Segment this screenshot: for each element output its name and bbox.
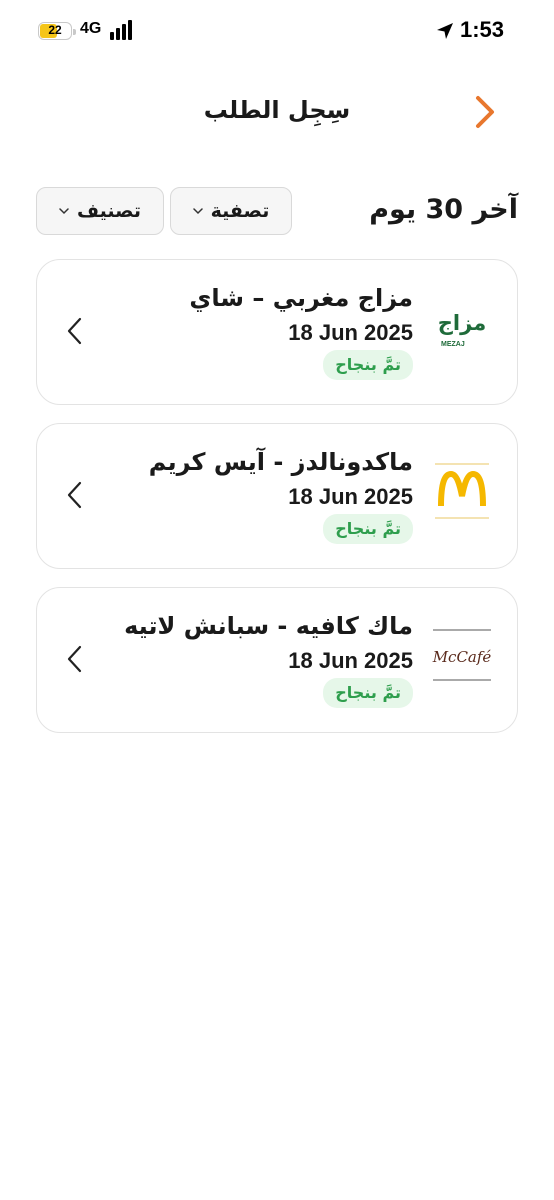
back-button[interactable]: [466, 92, 502, 132]
battery-icon: 22: [38, 22, 76, 40]
chevron-left-icon: [67, 481, 82, 509]
mezaj-logo: مزاج MEZAJ: [429, 294, 495, 360]
mezaj-logo-subtext: MEZAJ: [441, 341, 465, 348]
mcdonalds-logo: [429, 458, 495, 524]
status-badge: تمَّ بنجاح: [323, 350, 413, 380]
battery-cap: [73, 29, 76, 35]
sort-label: تصنيف: [77, 200, 141, 222]
order-name: ماك كافيه - سبانش لاتيه: [124, 612, 413, 640]
order-date: 18 Jun 2025: [288, 320, 413, 345]
chevron-right-icon: [476, 96, 494, 128]
order-card[interactable]: McCafé ماك كافيه - سبانش لاتيه 18 Jun 20…: [36, 587, 518, 733]
signal-icon: [110, 20, 136, 40]
battery-percentage: 22: [48, 23, 62, 37]
location-arrow-icon: [437, 23, 453, 39]
chevron-left-icon: [67, 317, 82, 345]
order-date: 18 Jun 2025: [288, 484, 413, 509]
sort-dropdown[interactable]: تصنيف: [36, 187, 164, 235]
order-card[interactable]: ماكدونالدز - آيس كريم 18 Jun 2025 تمَّ ب…: [36, 423, 518, 569]
chevron-down-icon: [59, 208, 69, 215]
header: سِجِل الطلب: [0, 86, 554, 138]
chevron-left-icon: [67, 645, 82, 673]
order-name: مزاج مغربي – شاي: [189, 284, 413, 312]
status-bar: 22 4G 1:53: [0, 0, 554, 64]
network-type: 4G: [80, 20, 102, 37]
order-card[interactable]: مزاج MEZAJ مزاج مغربي – شاي 18 Jun 2025 …: [36, 259, 518, 405]
mccafe-logo: McCafé: [429, 622, 495, 688]
status-time: 1:53: [460, 17, 505, 42]
order-name: ماكدونالدز - آيس كريم: [148, 448, 413, 476]
status-badge: تمَّ بنجاح: [323, 514, 413, 544]
status-badge: تمَّ بنجاح: [323, 678, 413, 708]
chevron-down-icon: [192, 208, 203, 215]
order-date: 18 Jun 2025: [288, 648, 413, 673]
mccafe-logo-text: McCafé: [432, 648, 492, 666]
mezaj-logo-text: مزاج: [438, 311, 486, 336]
filter-dropdown[interactable]: تصفية: [170, 187, 292, 235]
period-title: آخر 30 يوم: [369, 194, 518, 225]
filter-label: تصفية: [210, 200, 270, 222]
